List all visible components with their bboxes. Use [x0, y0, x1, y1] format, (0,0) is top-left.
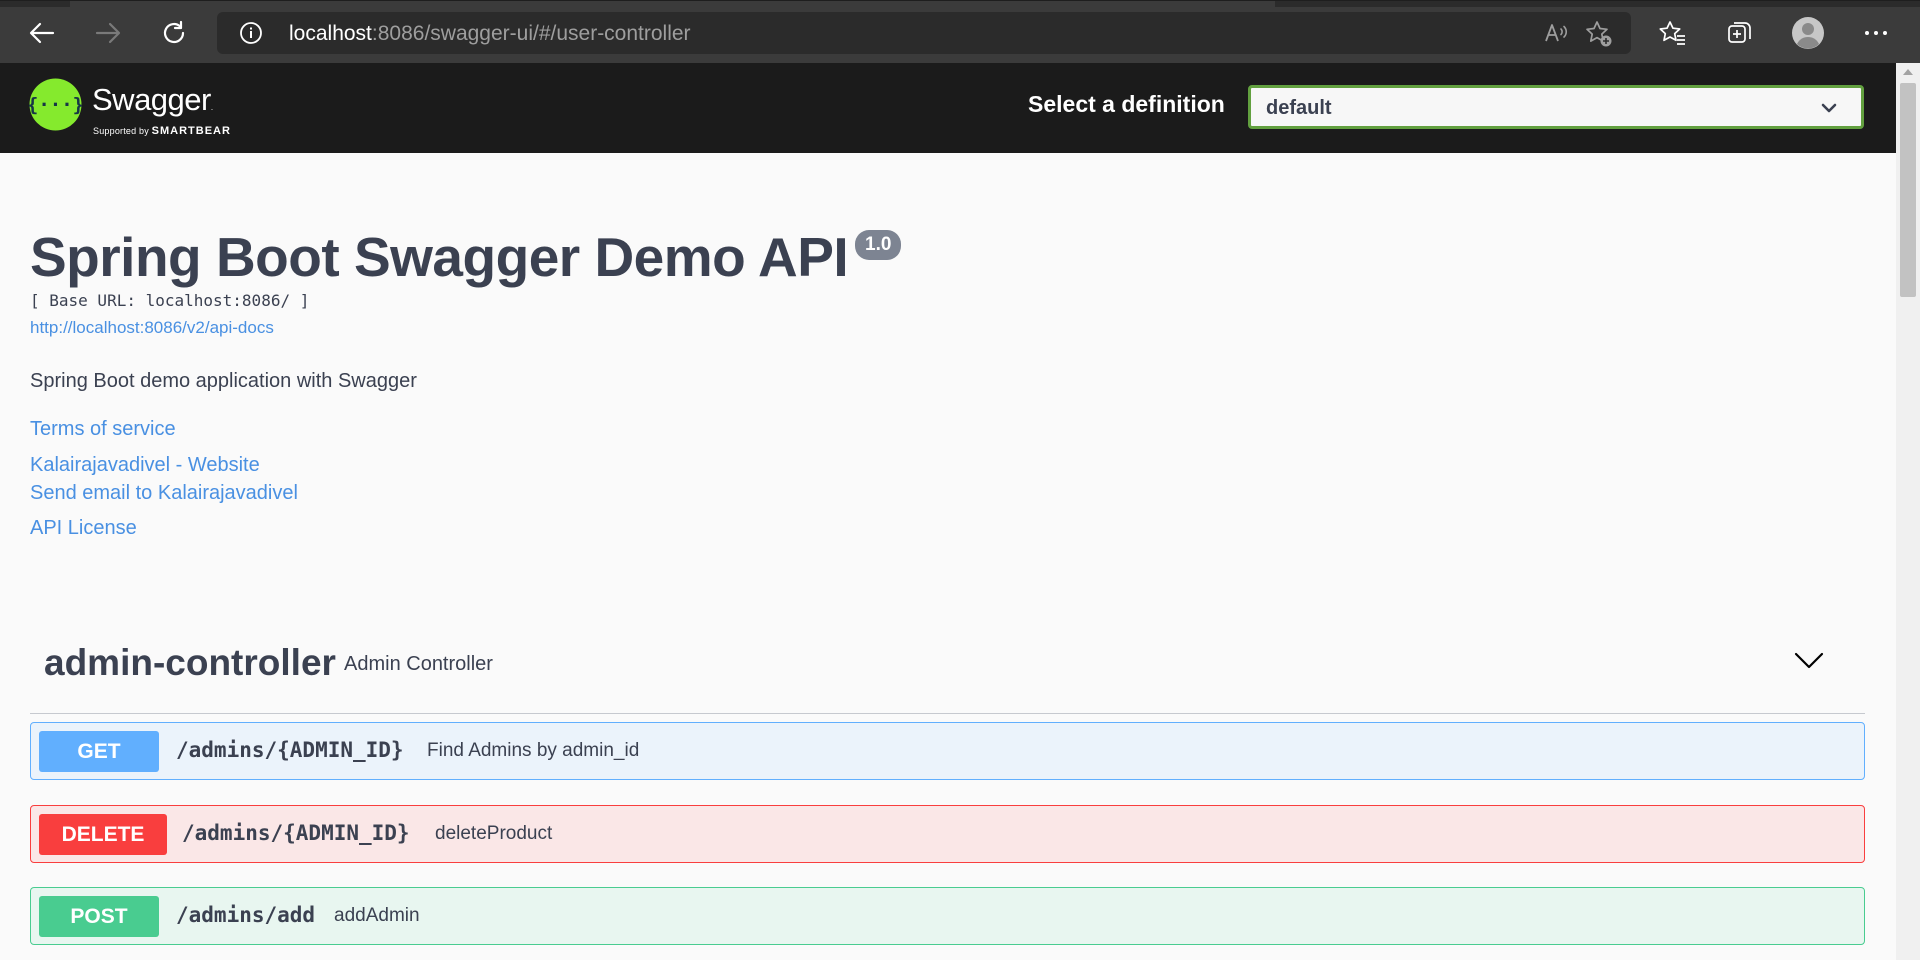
swagger-topbar: {···} Swagger. Supported by SMARTBEAR Se…	[0, 63, 1896, 153]
email-link[interactable]: Send email to Kalairajavadivel	[30, 482, 298, 505]
operation-summary: addAdmin	[334, 905, 420, 926]
back-icon[interactable]	[22, 15, 62, 51]
swagger-logo-icon[interactable]: {···}	[27, 78, 84, 136]
add-favorite-icon[interactable]	[1585, 20, 1613, 53]
favorites-icon[interactable]	[1653, 15, 1693, 51]
operation-summary: Find Admins by admin_id	[427, 740, 640, 761]
profile-icon[interactable]	[1788, 15, 1828, 51]
svg-text:{···}: {···}	[29, 94, 82, 116]
method-badge: POST	[39, 896, 159, 937]
browser-toolbar: localhost:8086/swagger-ui/#/user-control…	[0, 0, 1920, 63]
operation-delete-admin[interactable]: DELETE /admins/{ADMIN_ID} deleteProduct	[30, 805, 1865, 863]
collections-icon[interactable]	[1720, 15, 1760, 51]
read-aloud-icon[interactable]	[1543, 20, 1569, 51]
brand-name: Swagger	[92, 82, 211, 117]
operation-path: /admins/add	[176, 903, 316, 927]
url-path: :8086/swagger-ui/#/user-controller	[371, 22, 691, 45]
operation-summary: deleteProduct	[435, 823, 553, 844]
license-link[interactable]: API License	[30, 517, 137, 540]
url-text[interactable]: localhost:8086/swagger-ui/#/user-control…	[289, 22, 691, 46]
scroll-thumb[interactable]	[1900, 83, 1916, 297]
operation-path: /admins/{ADMIN_ID}	[176, 738, 404, 762]
forward-icon[interactable]	[88, 15, 128, 51]
supported-by-text: Supported by	[93, 126, 149, 136]
page-title: Spring Boot Swagger Demo API	[30, 226, 849, 288]
supported-by: Supported by SMARTBEAR	[93, 125, 231, 137]
website-link[interactable]: Kalairajavadivel - Website	[30, 454, 260, 477]
url-host: localhost	[289, 22, 372, 45]
terms-of-service-link[interactable]: Terms of service	[30, 418, 176, 441]
api-docs-link[interactable]: http://localhost:8086/v2/api-docs	[30, 318, 274, 338]
controller-description: Admin Controller	[344, 653, 493, 675]
reload-icon[interactable]	[154, 15, 194, 51]
more-icon[interactable]	[1856, 15, 1896, 51]
controller-title[interactable]: admin-controller	[44, 642, 336, 684]
operation-path: /admins/{ADMIN_ID}	[182, 821, 410, 845]
controller-divider	[30, 713, 1865, 714]
brand-tm: .	[210, 103, 213, 112]
chevron-down-icon	[1821, 101, 1837, 119]
swagger-brand: Swagger.	[92, 82, 213, 118]
definition-select[interactable]: default	[1248, 85, 1864, 129]
api-description: Spring Boot demo application with Swagge…	[30, 370, 417, 392]
method-badge: GET	[39, 731, 159, 772]
method-badge: DELETE	[39, 814, 167, 855]
definition-select-value: default	[1266, 97, 1332, 119]
base-url: [ Base URL: localhost:8086/ ]	[30, 291, 310, 310]
tab-strip	[0, 1, 1920, 7]
smartbear-text: SMARTBEAR	[151, 125, 231, 137]
operation-post-admin[interactable]: POST /admins/add addAdmin	[30, 887, 1865, 945]
operation-get-admin[interactable]: GET /admins/{ADMIN_ID} Find Admins by ad…	[30, 722, 1865, 780]
select-definition-label: Select a definition	[1028, 91, 1225, 117]
version-badge: 1.0	[855, 230, 902, 260]
address-bar[interactable]: localhost:8086/swagger-ui/#/user-control…	[217, 12, 1631, 54]
info-icon[interactable]	[239, 21, 263, 50]
chevron-down-icon[interactable]	[1794, 652, 1824, 675]
page-scrollbar[interactable]	[1896, 63, 1920, 960]
scroll-up-icon[interactable]	[1903, 69, 1913, 75]
